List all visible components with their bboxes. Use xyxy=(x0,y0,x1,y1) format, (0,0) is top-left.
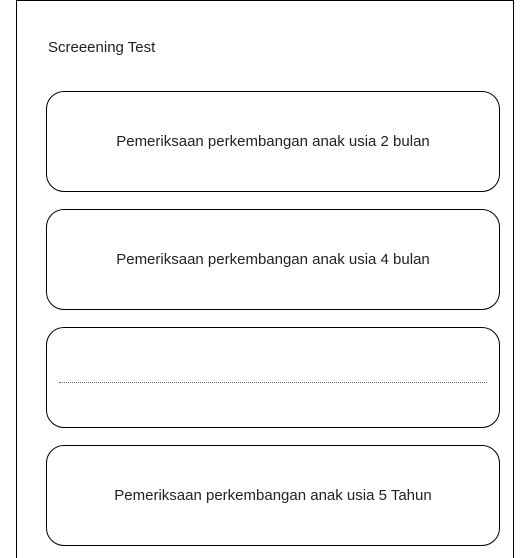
dotted-separator xyxy=(59,382,487,383)
page-title: Screeening Test xyxy=(48,39,156,56)
screening-test-2-months-button[interactable]: Pemeriksaan perkembangan anak usia 2 bul… xyxy=(46,91,500,192)
screening-test-label: Pemeriksaan perkembangan anak usia 4 bul… xyxy=(116,250,430,268)
screening-test-label: Pemeriksaan perkembangan anak usia 2 bul… xyxy=(116,132,430,150)
screening-test-5-years-button[interactable]: Pemeriksaan perkembangan anak usia 5 Tah… xyxy=(46,445,500,546)
screening-test-label: Pemeriksaan perkembangan anak usia 5 Tah… xyxy=(114,486,432,504)
screening-test-4-months-button[interactable]: Pemeriksaan perkembangan anak usia 4 bul… xyxy=(46,209,500,310)
screening-test-placeholder-button[interactable] xyxy=(46,327,500,428)
